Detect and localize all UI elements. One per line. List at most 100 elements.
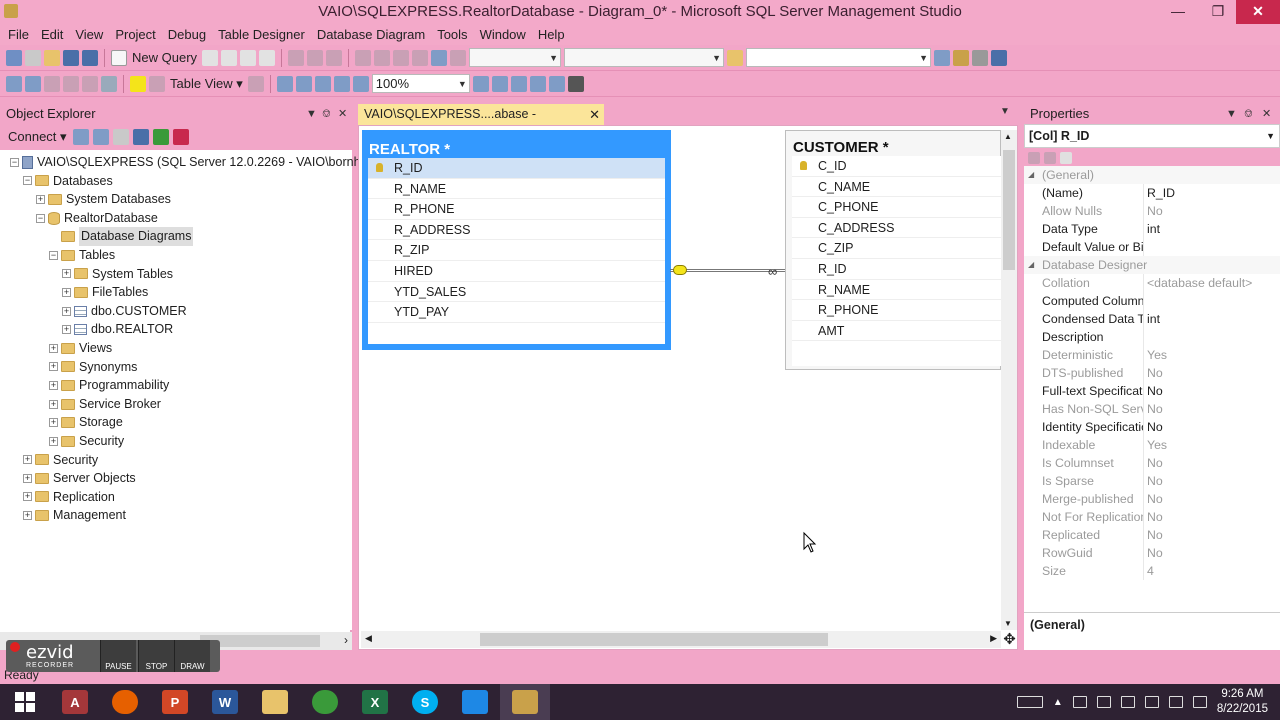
vertical-scroll-thumb[interactable]: [1003, 150, 1015, 270]
property-value[interactable]: R_ID: [1144, 184, 1280, 202]
tree-node[interactable]: + dbo.REALTOR: [0, 320, 352, 339]
realtor-column-row[interactable]: YTD_PAY: [368, 302, 665, 323]
window-icon[interactable]: [991, 49, 1008, 66]
analysis-query-icon[interactable]: [221, 49, 238, 66]
property-value[interactable]: No: [1144, 400, 1280, 418]
paste-icon[interactable]: [326, 49, 343, 66]
collapse-icon[interactable]: −: [49, 250, 58, 260]
tree-node[interactable]: − VAIO\SQLEXPRESS (SQL Server 12.0.2269 -…: [0, 153, 381, 172]
new-query-icon[interactable]: [111, 49, 127, 66]
redo-icon[interactable]: [374, 49, 391, 66]
property-row[interactable]: Condensed Data Typeint: [1024, 310, 1280, 328]
expand-icon[interactable]: +: [49, 362, 58, 372]
save-all-icon[interactable]: [82, 49, 98, 66]
property-row[interactable]: Collation <database default>: [1024, 274, 1280, 292]
add-related-icon[interactable]: [44, 75, 60, 92]
property-value[interactable]: int: [1144, 220, 1280, 238]
generate-script-icon[interactable]: [101, 75, 117, 92]
tab-list-dropdown-icon[interactable]: ▼: [1000, 106, 1010, 117]
property-value[interactable]: [1144, 328, 1280, 346]
property-value[interactable]: <database default>: [1144, 274, 1280, 292]
taskbar-file-explorer[interactable]: [250, 684, 300, 720]
realtor-column-row[interactable]: R_ADDRESS: [368, 220, 665, 241]
tree-node[interactable]: − RealtorDatabase: [0, 209, 352, 228]
settings-icon[interactable]: [972, 49, 989, 66]
tree-node[interactable]: + dbo.CUSTOMER: [0, 302, 352, 321]
property-category[interactable]: ◢ Database Designer: [1024, 256, 1280, 274]
cut-icon[interactable]: [288, 49, 305, 66]
folder-icon[interactable]: [727, 49, 744, 66]
tree-node[interactable]: + Synonyms: [0, 358, 352, 377]
property-row[interactable]: Data Type int: [1024, 220, 1280, 238]
taskbar-mail[interactable]: [450, 684, 500, 720]
stop-icon[interactable]: [112, 129, 129, 145]
connect-button[interactable]: Connect ▾: [6, 129, 69, 145]
tree-node[interactable]: + Programmability: [0, 376, 352, 395]
customer-column-row[interactable]: C_ID: [792, 156, 1002, 177]
property-row[interactable]: Default Value or Bin: [1024, 238, 1280, 256]
property-row[interactable]: Is Sparse No: [1024, 472, 1280, 490]
property-value[interactable]: [1144, 292, 1280, 310]
taskbar-word[interactable]: W: [200, 684, 250, 720]
network-icon[interactable]: [1168, 696, 1183, 708]
dropdown-icon[interactable]: ▼: [1226, 104, 1237, 124]
realtor-table[interactable]: REALTOR * R_ID R_NAME R_PHONE R_ADDRESS R_ZI…: [362, 130, 671, 350]
property-row[interactable]: Replicated No: [1024, 526, 1280, 544]
name-icon[interactable]: [149, 75, 165, 92]
property-value[interactable]: No: [1144, 508, 1280, 526]
property-value[interactable]: Yes: [1144, 436, 1280, 454]
property-value[interactable]: 4: [1144, 562, 1280, 580]
menu-tools[interactable]: Tools: [431, 24, 473, 45]
menu-edit[interactable]: Edit: [35, 24, 69, 45]
tab-diagram[interactable]: VAIO\SQLEXPRESS....abase - Diagram_0* ✕: [358, 104, 604, 142]
tree-node[interactable]: + Security: [0, 451, 352, 470]
menu-help[interactable]: Help: [532, 24, 571, 45]
minimize-button[interactable]: —: [1164, 0, 1192, 24]
xmla-query-icon[interactable]: [259, 49, 276, 66]
property-value[interactable]: No: [1144, 526, 1280, 544]
customer-table[interactable]: CUSTOMER * C_ID C_NAME C_PHONE C_ADDRESS C_Z…: [785, 130, 1002, 370]
expand-icon[interactable]: +: [49, 418, 58, 428]
find-icon[interactable]: [412, 49, 429, 66]
realtor-column-row[interactable]: YTD_SALES: [368, 282, 665, 303]
expand-icon[interactable]: +: [49, 380, 58, 390]
maximize-button[interactable]: ❐: [1204, 0, 1232, 24]
show-hidden-icon[interactable]: ▲: [1053, 697, 1063, 708]
draw-button[interactable]: DRAW: [174, 640, 210, 672]
remove-icon[interactable]: [82, 75, 98, 92]
expand-icon[interactable]: +: [49, 343, 58, 353]
app-icon[interactable]: [4, 4, 18, 18]
tree-node[interactable]: + System Tables: [0, 265, 352, 284]
refresh-icon[interactable]: [152, 129, 169, 145]
more-icon[interactable]: [567, 75, 584, 92]
property-category[interactable]: ◢ (General): [1024, 166, 1280, 184]
tree-node[interactable]: + Management: [0, 506, 352, 525]
expand-icon[interactable]: +: [23, 473, 32, 483]
new-project-icon[interactable]: [6, 49, 22, 66]
pan-icon[interactable]: ✥: [1001, 631, 1018, 648]
menu-table-designer[interactable]: Table Designer: [212, 24, 311, 45]
collapse-category-icon[interactable]: ◢: [1028, 166, 1042, 184]
property-row[interactable]: Description: [1024, 328, 1280, 346]
collapse-category-icon[interactable]: ◢: [1028, 256, 1042, 274]
tree-node[interactable]: − Tables: [0, 246, 352, 265]
property-value[interactable]: No: [1144, 202, 1280, 220]
property-value[interactable]: Yes: [1144, 346, 1280, 364]
customer-column-row[interactable]: C_NAME: [792, 177, 1002, 198]
expand-icon[interactable]: +: [23, 511, 32, 521]
copy-icon[interactable]: [307, 49, 324, 66]
realtor-column-row[interactable]: R_NAME: [368, 179, 665, 200]
property-row[interactable]: Merge-published No: [1024, 490, 1280, 508]
open-file-icon[interactable]: [44, 49, 60, 66]
navigate-icon[interactable]: [393, 49, 410, 66]
chevron-down-icon[interactable]: ▼: [1266, 125, 1275, 147]
properties-icon[interactable]: [934, 49, 951, 66]
undo-icon[interactable]: [355, 49, 372, 66]
arrange-icon[interactable]: [247, 75, 264, 92]
property-value[interactable]: No: [1144, 364, 1280, 382]
collapse-icon[interactable]: −: [10, 157, 19, 167]
customer-column-row[interactable]: C_ADDRESS: [792, 218, 1002, 239]
property-row[interactable]: Deterministic Yes: [1024, 346, 1280, 364]
autosize-icon[interactable]: [510, 75, 527, 92]
action-center-icon[interactable]: [1096, 696, 1111, 708]
